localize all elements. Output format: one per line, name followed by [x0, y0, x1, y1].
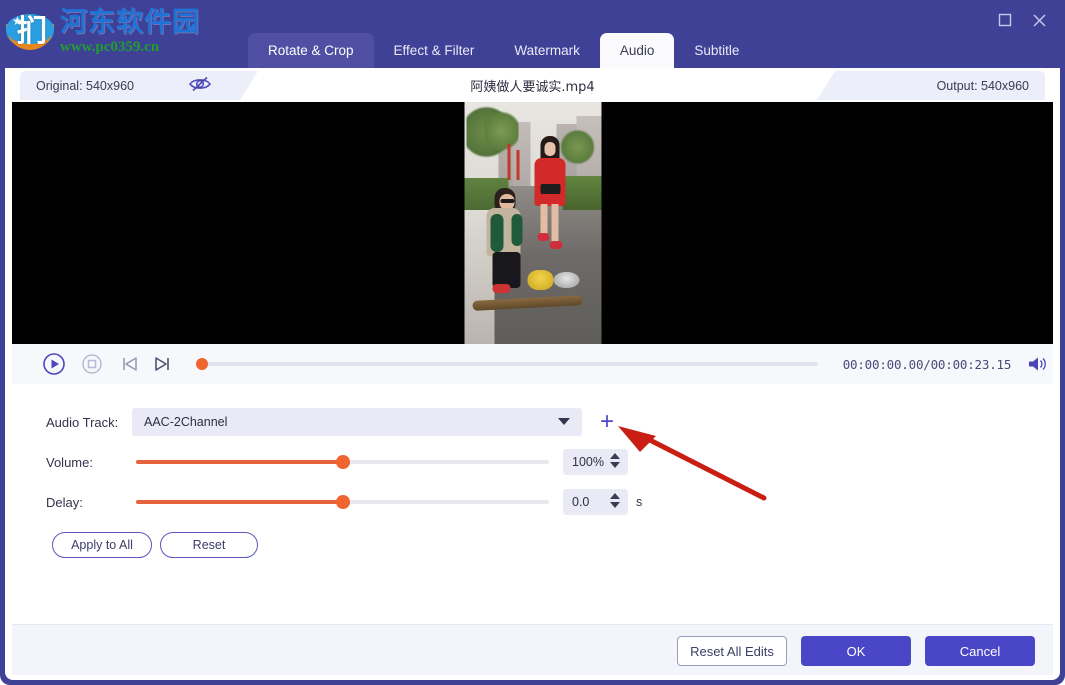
seek-handle[interactable] — [196, 358, 208, 370]
stepper-up-icon[interactable] — [610, 493, 620, 499]
volume-label: Volume: — [46, 455, 132, 470]
next-frame-button[interactable] — [147, 349, 177, 379]
volume-slider-fill — [136, 460, 343, 464]
skip-next-icon — [152, 354, 172, 374]
volume-slider[interactable] — [136, 460, 549, 464]
video-preview-stage[interactable] — [12, 102, 1053, 344]
timecode-label: 00:00:00.00/00:00:23.15 — [843, 357, 1012, 372]
delay-value: 0.0 — [572, 495, 589, 509]
volume-row: Volume: 100% — [46, 448, 628, 476]
delay-stepper[interactable]: 0.0 — [563, 489, 628, 515]
dialog-body: Original: 540x960 阿姨做人要诚实.mp4 Output: 54… — [5, 68, 1060, 680]
delay-stepper-arrows[interactable] — [610, 493, 620, 508]
stepper-down-icon[interactable] — [610, 462, 620, 468]
delay-row: Delay: 0.0 s — [46, 488, 642, 516]
skip-previous-icon — [120, 354, 140, 374]
site-watermark-logo: ★ 扪 河东软件园 www.pc0359.cn — [4, 4, 204, 60]
audio-track-value: AAC-2Channel — [144, 415, 227, 429]
play-circle-icon — [42, 352, 66, 376]
logo-glyph: 扪 — [17, 10, 45, 54]
maximize-icon — [998, 13, 1012, 27]
reset-all-edits-button[interactable]: Reset All Edits — [677, 636, 787, 666]
volume-stepper[interactable]: 100% — [563, 449, 628, 475]
logo-site-url: www.pc0359.cn — [60, 38, 200, 56]
play-button[interactable] — [39, 349, 69, 379]
stepper-up-icon[interactable] — [610, 453, 620, 459]
video-frame — [464, 102, 601, 344]
tab-effect-filter[interactable]: Effect & Filter — [374, 33, 495, 68]
audio-track-select[interactable]: AAC-2Channel — [132, 408, 582, 436]
speaker-icon — [1027, 354, 1049, 374]
close-icon — [1032, 13, 1047, 28]
audio-track-label: Audio Track: — [46, 415, 132, 430]
tab-watermark[interactable]: Watermark — [494, 33, 600, 68]
editor-tab-bar[interactable]: Rotate & Crop Effect & Filter Watermark … — [248, 33, 759, 68]
delay-slider-handle[interactable] — [336, 495, 350, 509]
apply-to-all-button[interactable]: Apply to All — [52, 532, 152, 558]
dialog-footer: Reset All Edits OK Cancel — [12, 624, 1053, 675]
playback-toolbar: 00:00:00.00/00:00:23.15 — [12, 344, 1053, 384]
volume-value: 100% — [572, 455, 604, 469]
panel-action-buttons: Apply to All Reset — [52, 532, 258, 558]
volume-stepper-arrows[interactable] — [610, 453, 620, 468]
volume-button[interactable] — [1023, 349, 1053, 379]
stepper-down-icon[interactable] — [610, 502, 620, 508]
volume-slider-handle[interactable] — [336, 455, 350, 469]
maximize-button[interactable] — [990, 6, 1020, 34]
audio-track-row: Audio Track: AAC-2Channel + — [46, 408, 620, 436]
delay-slider-fill — [136, 500, 343, 504]
stop-circle-icon — [81, 353, 103, 375]
preview-header: Original: 540x960 阿姨做人要诚实.mp4 Output: 54… — [5, 68, 1060, 102]
stop-button[interactable] — [77, 349, 107, 379]
footer-button-group: Reset All Edits OK Cancel — [677, 636, 1035, 666]
title-bar: ★ 扪 河东软件园 www.pc0359.cn Rotate & Crop Ef… — [0, 0, 1065, 68]
seek-slider[interactable] — [201, 362, 817, 366]
chevron-down-icon — [558, 418, 570, 425]
reset-button[interactable]: Reset — [160, 532, 258, 558]
logo-mark-icon: ★ 扪 — [4, 6, 56, 58]
tab-rotate-crop[interactable]: Rotate & Crop — [248, 33, 374, 68]
add-audio-track-button[interactable]: + — [594, 409, 620, 435]
cancel-button[interactable]: Cancel — [925, 636, 1035, 666]
tab-subtitle[interactable]: Subtitle — [674, 33, 759, 68]
ok-button[interactable]: OK — [801, 636, 911, 666]
delay-label: Delay: — [46, 495, 132, 510]
logo-site-name: 河东软件园 — [60, 8, 200, 38]
delay-unit-label: s — [636, 495, 642, 509]
tab-audio[interactable]: Audio — [600, 33, 675, 68]
output-size-label: Output: 540x960 — [937, 79, 1029, 93]
output-size-tag: Output: 540x960 — [835, 71, 1045, 100]
editor-window: ★ 扪 河东软件园 www.pc0359.cn Rotate & Crop Ef… — [0, 0, 1065, 685]
delay-slider[interactable] — [136, 500, 549, 504]
close-button[interactable] — [1024, 6, 1054, 34]
previous-frame-button[interactable] — [115, 349, 145, 379]
audio-settings-panel: Audio Track: AAC-2Channel + Volume: 100% — [12, 384, 1053, 624]
